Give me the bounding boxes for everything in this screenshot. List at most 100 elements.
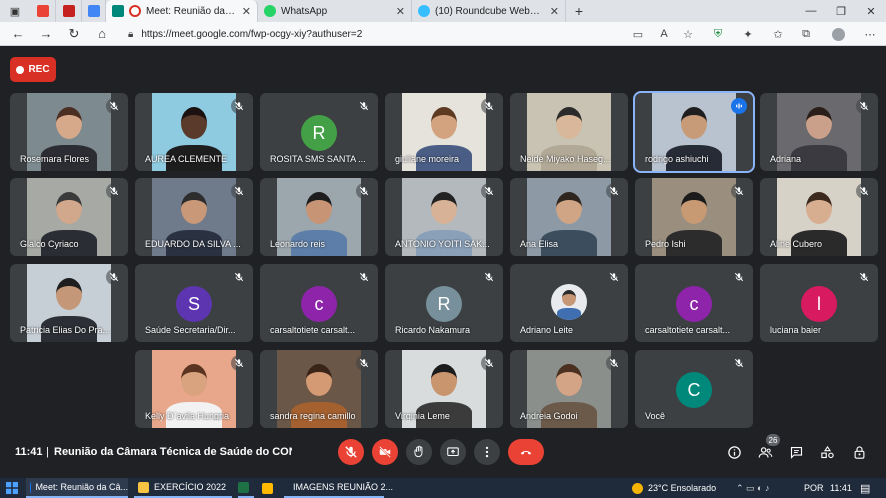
extensions-icon[interactable]: ✦ bbox=[736, 22, 760, 46]
taskbar-label: IMAGENS REUNIÃO 2... bbox=[293, 482, 394, 492]
menu-icon[interactable]: ⋯ bbox=[858, 22, 882, 46]
shield-icon[interactable]: ⛨ bbox=[706, 22, 730, 46]
participant-name: Ana Elisa bbox=[520, 239, 559, 249]
participant-tile[interactable]: EDUARDO DA SILVA ... bbox=[135, 178, 253, 256]
participant-tile[interactable]: Adriana bbox=[760, 93, 878, 171]
participant-tile[interactable]: Neide Miyako Haseg... bbox=[510, 93, 628, 171]
input-language[interactable]: POR bbox=[804, 478, 824, 498]
person-body bbox=[557, 308, 581, 320]
taskbar-folder-exercicio[interactable]: EXERCÍCIO 2022 bbox=[134, 478, 232, 498]
new-tab-button[interactable]: + bbox=[566, 0, 592, 22]
participant-tile[interactable]: Aline Cubero bbox=[760, 178, 878, 256]
participant-tile[interactable]: S Saúde Secretaria/Dir... bbox=[135, 264, 253, 342]
participant-tile[interactable]: Pedro Ishi bbox=[635, 178, 753, 256]
participant-tile[interactable]: sandra regina camillo bbox=[260, 350, 378, 428]
tab-meet[interactable]: Meet: Reunião da Câmara T ✕ bbox=[106, 0, 258, 22]
leave-call-button[interactable] bbox=[508, 439, 544, 465]
person-head bbox=[681, 107, 707, 139]
forward-icon[interactable]: → bbox=[32, 22, 60, 46]
taskbar-clock[interactable]: 11:41 bbox=[830, 478, 852, 498]
read-aloud-icon[interactable]: A bbox=[652, 22, 676, 46]
mic-off-button[interactable] bbox=[338, 439, 364, 465]
notifications-icon[interactable]: ▤ bbox=[860, 478, 870, 498]
person-head bbox=[306, 192, 332, 224]
participant-tile[interactable]: ANTONIO YOITI SAK... bbox=[385, 178, 503, 256]
participant-tile[interactable]: Rosemara Flores bbox=[10, 93, 128, 171]
person-head bbox=[56, 278, 82, 310]
person-head bbox=[556, 364, 582, 396]
participant-tile[interactable]: AUREA CLEMENTE bbox=[135, 93, 253, 171]
participant-tile[interactable]: rodrigo ashiuchi bbox=[633, 91, 755, 173]
activities-button[interactable] bbox=[816, 441, 838, 463]
participant-name: Leonardo reis bbox=[270, 239, 326, 249]
profile-icon[interactable] bbox=[826, 22, 850, 46]
close-window-icon[interactable]: ✕ bbox=[856, 0, 886, 22]
tab-roundcube[interactable]: (10) Roundcube Webmail :: Caix ✕ bbox=[412, 0, 566, 22]
participant-tile[interactable]: Adriano Leite bbox=[510, 264, 628, 342]
participant-tile[interactable]: Patricia Elias Do Pra... bbox=[10, 264, 128, 342]
person-head bbox=[431, 364, 457, 396]
start-button[interactable] bbox=[6, 478, 20, 498]
back-icon[interactable]: ← bbox=[4, 22, 32, 46]
present-screen-button[interactable] bbox=[440, 439, 466, 465]
tab-actions-icon[interactable]: ▣ bbox=[0, 0, 30, 22]
refresh-icon[interactable]: ↻ bbox=[60, 22, 88, 46]
favorites-icon[interactable]: ✩ bbox=[766, 22, 790, 46]
system-tray-icons[interactable]: ⌃ ▭ ◐ ♪ bbox=[736, 478, 796, 498]
host-controls-button[interactable] bbox=[848, 441, 870, 463]
participant-tile[interactable]: c carsaltotiete carsalt... bbox=[260, 264, 378, 342]
present-icon bbox=[447, 447, 459, 457]
collections-icon[interactable]: ⧉ bbox=[794, 22, 818, 46]
participant-tile[interactable]: Ana Elisa bbox=[510, 178, 628, 256]
weather-widget[interactable]: 23°C Ensolarado bbox=[632, 478, 716, 498]
recording-badge: REC bbox=[10, 57, 56, 82]
meeting-details-button[interactable] bbox=[723, 441, 745, 463]
participant-tile[interactable]: giuliane moreira bbox=[385, 93, 503, 171]
restore-icon[interactable]: ❐ bbox=[826, 0, 856, 22]
participant-tile[interactable]: Kelly D`avila Hungria bbox=[135, 350, 253, 428]
participant-tile[interactable]: C Você bbox=[635, 350, 753, 428]
taskbar-app[interactable] bbox=[262, 478, 278, 498]
taskbar-excel[interactable] bbox=[238, 478, 254, 498]
tab-whatsapp[interactable]: WhatsApp ✕ bbox=[258, 0, 412, 22]
chat-button[interactable] bbox=[785, 441, 807, 463]
participant-tile[interactable]: R ROSITA SMS SANTA ... bbox=[260, 93, 378, 171]
recording-icon bbox=[129, 5, 141, 17]
participant-tile[interactable]: Andreia Godoi bbox=[510, 350, 628, 428]
favorite-star-icon[interactable]: ☆ bbox=[676, 22, 700, 46]
minimize-icon[interactable]: — bbox=[796, 0, 826, 22]
participant-tile[interactable]: c carsaltotiete carsalt... bbox=[635, 264, 753, 342]
participant-tile[interactable]: l luciana baier bbox=[760, 264, 878, 342]
close-tab-icon[interactable]: ✕ bbox=[242, 5, 251, 18]
camera-off-button[interactable] bbox=[372, 439, 398, 465]
gmail-pinned-tab-2[interactable] bbox=[56, 0, 82, 22]
taskbar-word-imagens[interactable]: IMAGENS REUNIÃO 2... bbox=[284, 478, 393, 498]
calendar-pinned-tab[interactable] bbox=[82, 0, 106, 22]
hand-icon bbox=[414, 445, 423, 458]
participant-name: Kelly D`avila Hungria bbox=[145, 411, 230, 421]
participant-tile[interactable]: R Ricardo Nakamura bbox=[385, 264, 503, 342]
chat-icon bbox=[790, 446, 802, 459]
gmail-pinned-tab[interactable] bbox=[30, 0, 56, 22]
taskbar-edge-meet[interactable]: Meet: Reunião da Câ... bbox=[26, 478, 128, 498]
google-meet-icon bbox=[112, 5, 124, 17]
mic-muted-icon bbox=[481, 269, 497, 285]
mic-muted-icon bbox=[231, 355, 247, 371]
url-field[interactable]: 🔒︎ https://meet.google.com/fwp-ocgy-xiy?… bbox=[128, 25, 628, 43]
url-text: https://meet.google.com/fwp-ocgy-xiy?aut… bbox=[141, 28, 363, 40]
home-icon[interactable]: ⌂ bbox=[88, 22, 116, 46]
close-tab-icon[interactable]: ✕ bbox=[396, 5, 405, 18]
mic-muted-icon bbox=[481, 355, 497, 371]
mic-muted-icon bbox=[231, 269, 247, 285]
participant-tile[interactable]: Leonardo reis bbox=[260, 178, 378, 256]
participant-tile[interactable]: Virginia Leme bbox=[385, 350, 503, 428]
lock-person-icon bbox=[854, 445, 864, 459]
participant-name: Rosemara Flores bbox=[20, 154, 90, 164]
participant-name: sandra regina camillo bbox=[270, 411, 356, 421]
raise-hand-button[interactable] bbox=[406, 439, 432, 465]
camera-in-use-icon[interactable]: ▭ bbox=[626, 22, 650, 46]
participant-tile[interactable]: Glalco Cyriaco bbox=[10, 178, 128, 256]
person-head bbox=[556, 107, 582, 139]
close-tab-icon[interactable]: ✕ bbox=[550, 5, 559, 18]
more-options-button[interactable] bbox=[474, 439, 500, 465]
